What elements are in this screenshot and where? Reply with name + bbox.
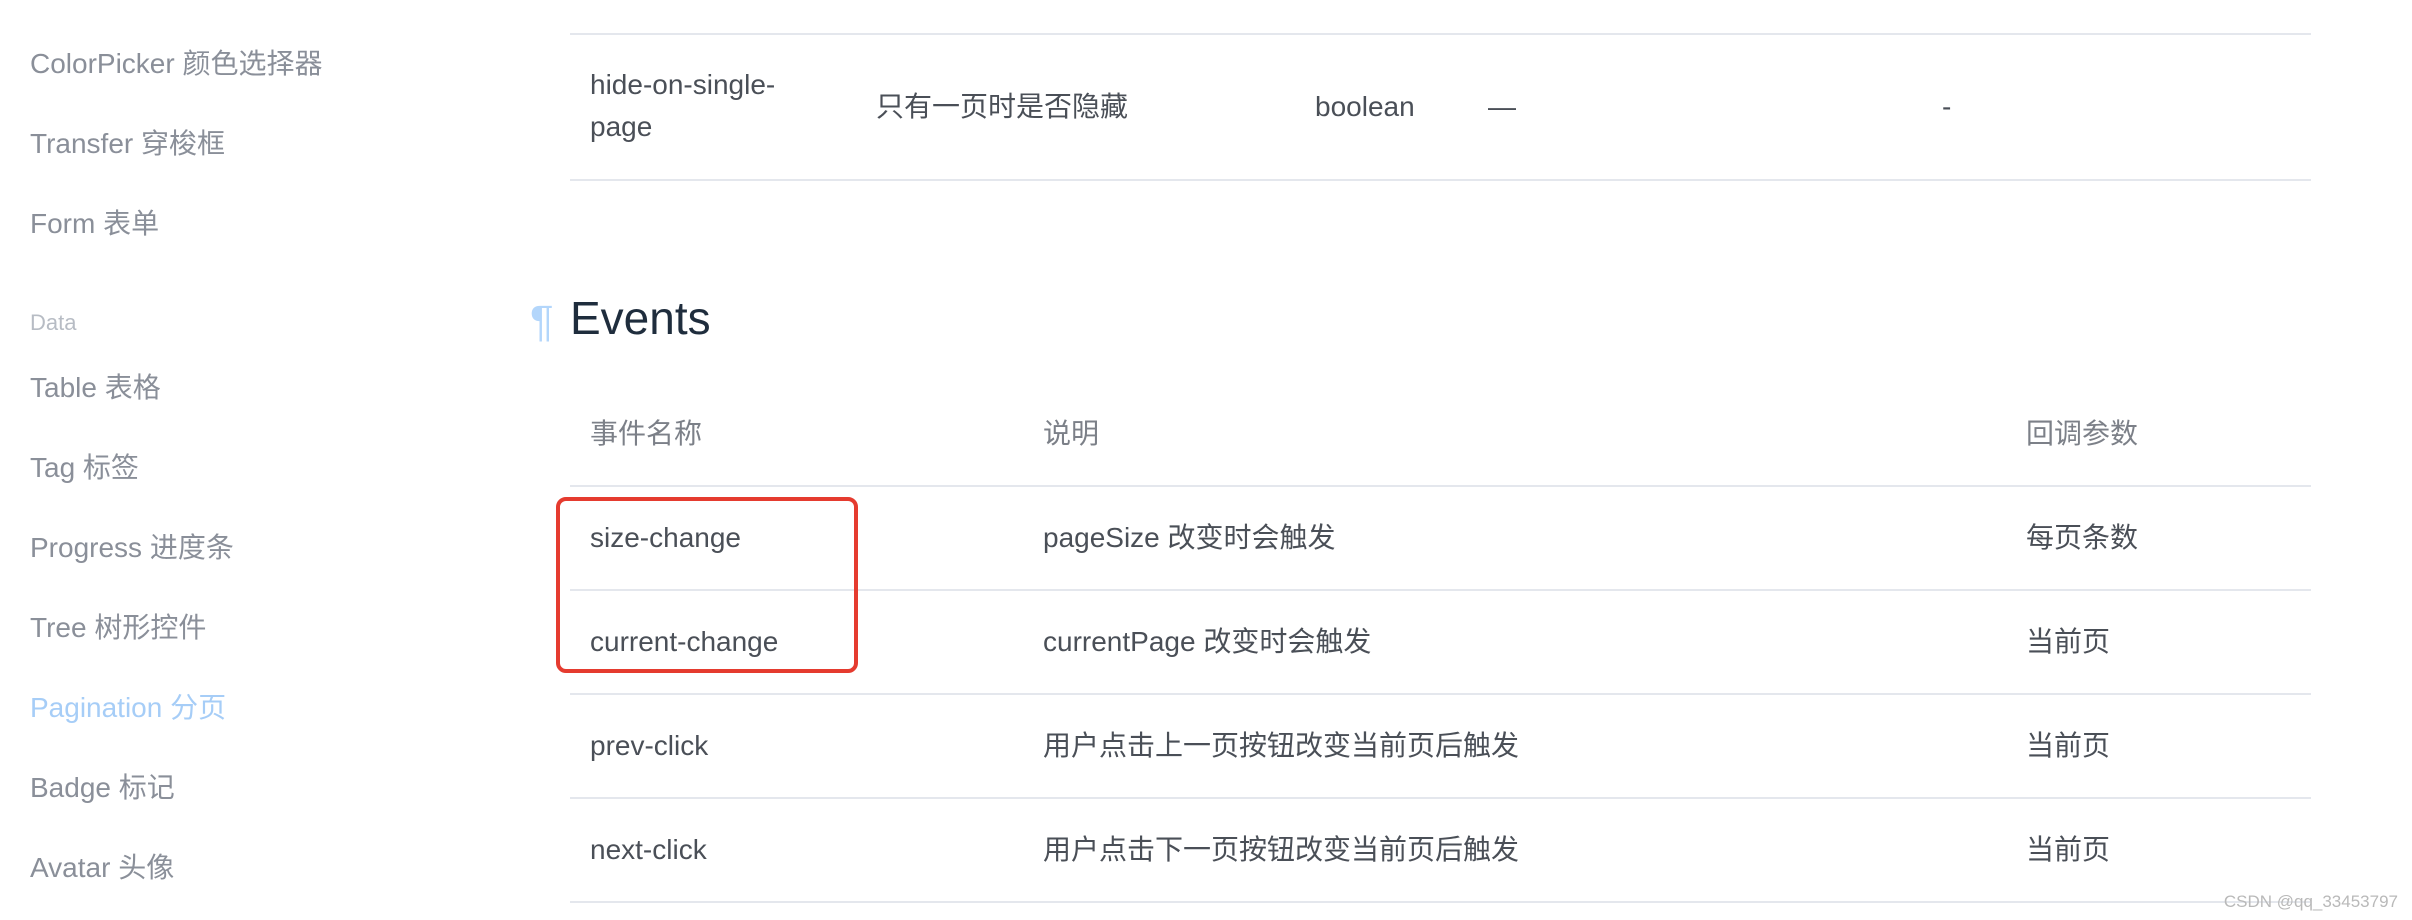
table-divider	[570, 693, 2311, 695]
column-header-callback-params: 回调参数	[2026, 418, 2139, 449]
sidebar-item-form[interactable]: Form 表单	[30, 204, 159, 244]
anchor-link[interactable]: ¶	[530, 292, 554, 352]
table-divider	[570, 485, 2311, 487]
highlight-annotation-box	[556, 497, 858, 673]
sidebar-item-badge[interactable]: Badge 标记	[30, 768, 175, 808]
event-description-cell: pageSize 改变时会触发	[1043, 522, 1336, 553]
event-description-cell: 用户点击上一页按钮改变当前页后触发	[1043, 730, 1520, 761]
sidebar-nav: ColorPicker 颜色选择器 Transfer 穿梭框 Form 表单 D…	[0, 0, 520, 920]
event-name-cell: prev-click	[590, 730, 709, 761]
attr-name-cell: hide-on-single-page	[590, 69, 776, 142]
column-header-description: 说明	[1043, 418, 1100, 449]
attr-default-cell: -	[1942, 91, 1952, 122]
attr-description-cell: 只有一页时是否隐藏	[876, 91, 1129, 122]
main-content: hide-on-single-page 只有一页时是否隐藏 boolean — …	[520, 0, 2412, 920]
sidebar-item-pagination[interactable]: Pagination 分页	[30, 688, 226, 728]
table-divider	[570, 33, 2311, 35]
attr-type-cell: boolean	[1315, 91, 1415, 122]
watermark-text: CSDN @qq_33453797	[2223, 892, 2398, 911]
sidebar-item-table[interactable]: Table 表格	[30, 368, 161, 408]
sidebar-item-avatar[interactable]: Avatar 头像	[30, 848, 174, 888]
table-divider	[570, 797, 2311, 799]
event-name-cell: next-click	[590, 834, 707, 865]
sidebar-item-transfer[interactable]: Transfer 穿梭框	[30, 124, 225, 164]
event-params-cell: 当前页	[2026, 730, 2111, 761]
event-params-cell: 每页条数	[2026, 522, 2139, 553]
section-title-events: Events	[570, 292, 711, 344]
sidebar-group-data: Data	[30, 310, 77, 335]
sidebar-item-tag[interactable]: Tag 标签	[30, 448, 139, 488]
event-params-cell: 当前页	[2026, 626, 2111, 657]
event-description-cell: currentPage 改变时会触发	[1043, 626, 1372, 657]
sidebar-item-progress[interactable]: Progress 进度条	[30, 528, 234, 568]
table-divider	[570, 179, 2311, 181]
sidebar-item-tree[interactable]: Tree 树形控件	[30, 608, 206, 648]
event-params-cell: 当前页	[2026, 834, 2111, 865]
column-header-event-name: 事件名称	[590, 418, 703, 449]
event-description-cell: 用户点击下一页按钮改变当前页后触发	[1043, 834, 1520, 865]
attr-options-cell: —	[1488, 91, 1516, 122]
sidebar-item-colorpicker[interactable]: ColorPicker 颜色选择器	[30, 44, 322, 84]
table-divider	[570, 901, 2311, 903]
